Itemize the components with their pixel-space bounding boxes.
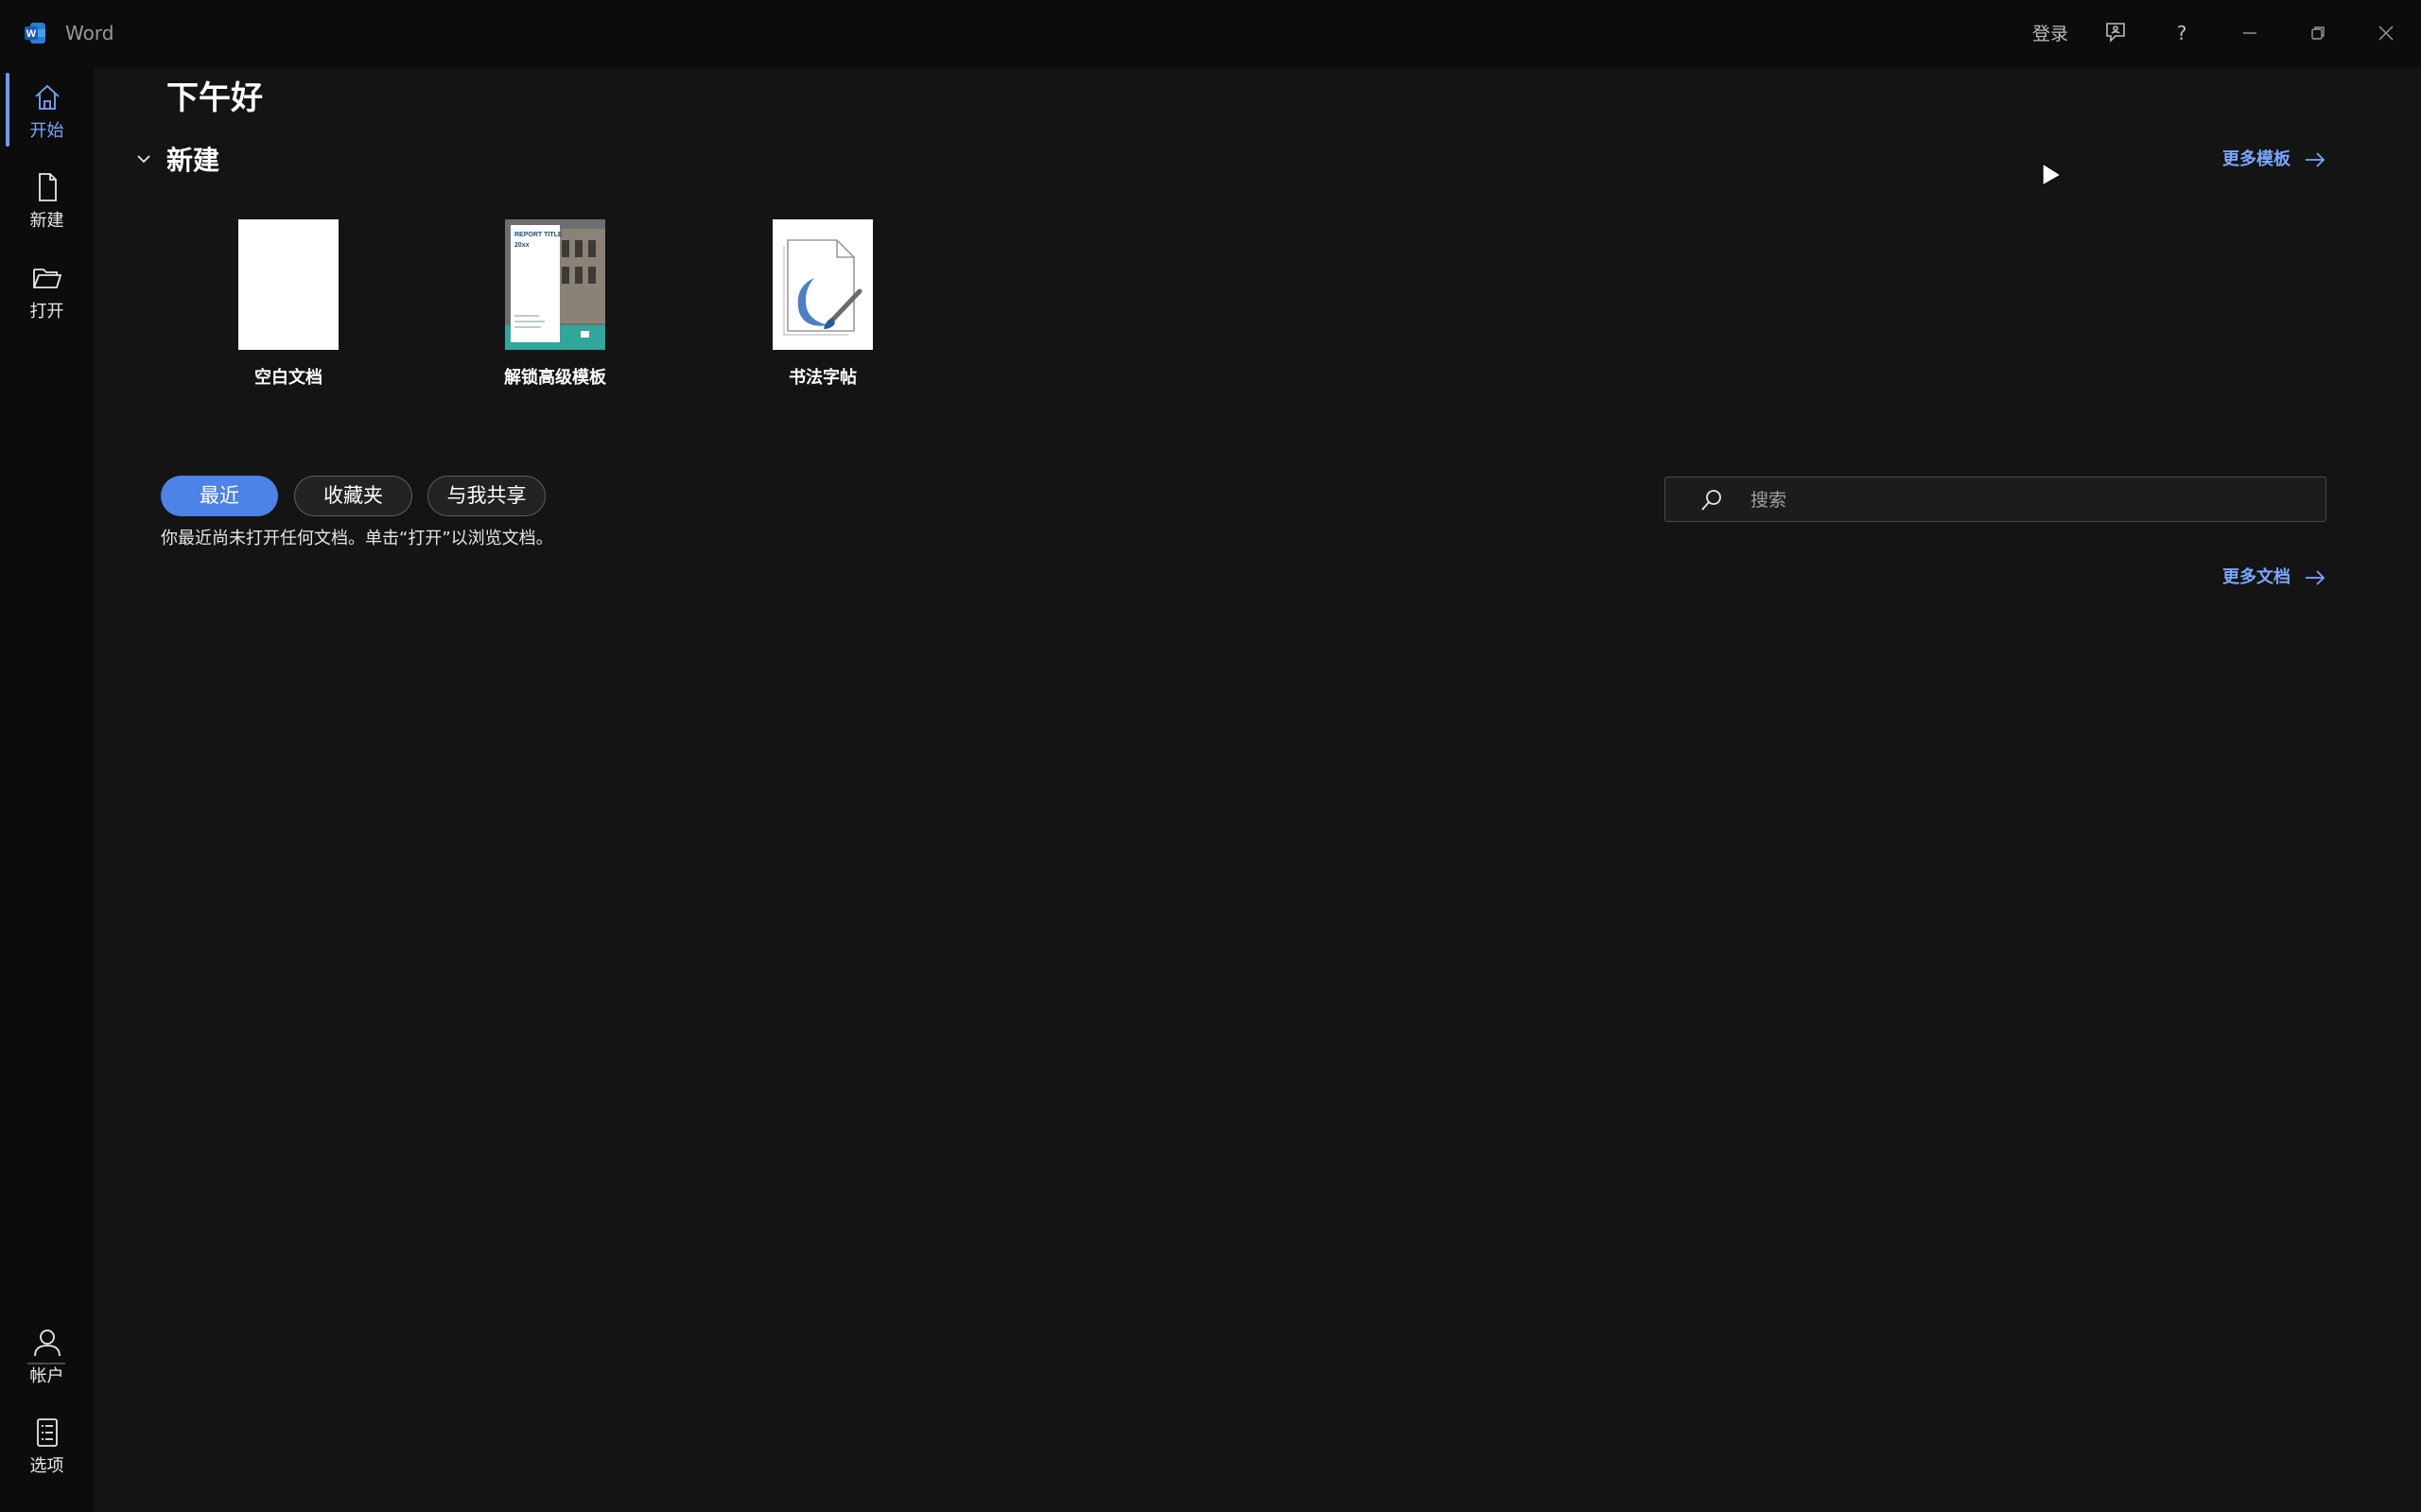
chevron-down-icon[interactable] <box>134 149 153 168</box>
new-document-icon <box>39 173 57 201</box>
restore-button[interactable] <box>2302 17 2334 49</box>
mouse-cursor-icon <box>2042 162 2063 187</box>
account-icon <box>34 1330 61 1357</box>
template-premium[interactable]: REPORT TITLE 20xx 解锁高级模板 <box>461 219 650 390</box>
more-templates-label: 更多模板 <box>2222 149 2290 169</box>
search-box[interactable] <box>1664 477 2326 522</box>
sidebar-item-account[interactable]: 帐户 <box>0 1327 94 1402</box>
svg-text:?: ? <box>2177 22 2187 44</box>
minimize-icon <box>2243 32 2256 34</box>
svg-text:W: W <box>26 28 37 40</box>
template-blank-document[interactable]: 空白文档 <box>194 219 383 390</box>
sidebar-item-options[interactable]: 选项 <box>0 1416 94 1492</box>
options-icon <box>37 1418 58 1447</box>
word-logo-icon: W <box>25 23 45 43</box>
report-thumb-title: REPORT TITLE <box>514 232 563 238</box>
greeting-heading: 下午好 <box>166 79 263 117</box>
sidebar-item-label: 开始 <box>29 121 64 141</box>
app-title: Word <box>65 22 114 44</box>
title-bar: W Word 登录 ? <box>0 0 2421 67</box>
tab-favorites[interactable]: 收藏夹 <box>294 476 412 516</box>
close-icon <box>2378 26 2394 41</box>
sign-in-button[interactable]: 登录 <box>2032 21 2068 47</box>
more-documents-label: 更多文档 <box>2222 567 2290 587</box>
help-button[interactable]: ? <box>2166 17 2198 49</box>
sidebar-item-new[interactable]: 新建 <box>0 171 94 247</box>
template-calligraphy[interactable]: 书法字帖 <box>728 219 917 390</box>
template-label: 解锁高级模板 <box>504 368 606 388</box>
more-documents-link[interactable]: 更多文档 <box>2222 566 2326 589</box>
restore-icon <box>2311 26 2325 40</box>
calligraphy-brush-icon <box>783 239 862 336</box>
feedback-button[interactable] <box>2099 17 2132 49</box>
template-label: 书法字帖 <box>789 368 857 388</box>
more-templates-link[interactable]: 更多模板 <box>2222 148 2326 171</box>
search-input[interactable] <box>1749 483 2310 517</box>
home-icon <box>35 84 60 110</box>
arrow-right-icon <box>2306 570 2325 585</box>
sidebar-item-label: 新建 <box>29 211 64 231</box>
search-icon <box>1701 490 1721 511</box>
new-section-title: 新建 <box>166 145 220 176</box>
sidebar-item-label: 选项 <box>29 1456 64 1476</box>
tab-shared-with-me[interactable]: 与我共享 <box>427 476 546 516</box>
sidebar: 开始 新建 打开 帐户 选项 <box>0 67 94 1512</box>
help-icon: ? <box>2177 22 2187 44</box>
empty-recent-message: 你最近尚未打开任何文档。单击“打开”以浏览文档。 <box>161 529 553 548</box>
report-thumb-year: 20xx <box>514 242 530 249</box>
report-template-preview <box>505 219 605 350</box>
template-label: 空白文档 <box>254 368 322 388</box>
sidebar-item-home[interactable]: 开始 <box>0 81 94 157</box>
template-thumbnail: REPORT TITLE 20xx <box>505 219 605 350</box>
sidebar-item-label: 打开 <box>29 302 64 322</box>
feedback-icon <box>2106 23 2125 43</box>
sidebar-item-open[interactable]: 打开 <box>0 262 94 338</box>
close-button[interactable] <box>2370 17 2402 49</box>
minimize-button[interactable] <box>2234 17 2266 49</box>
tab-recent[interactable]: 最近 <box>161 476 278 516</box>
template-thumbnail <box>773 219 873 350</box>
arrow-right-icon <box>2306 152 2325 167</box>
folder-open-icon <box>33 269 62 288</box>
sidebar-item-label: 帐户 <box>29 1366 64 1386</box>
template-thumbnail <box>238 219 339 350</box>
